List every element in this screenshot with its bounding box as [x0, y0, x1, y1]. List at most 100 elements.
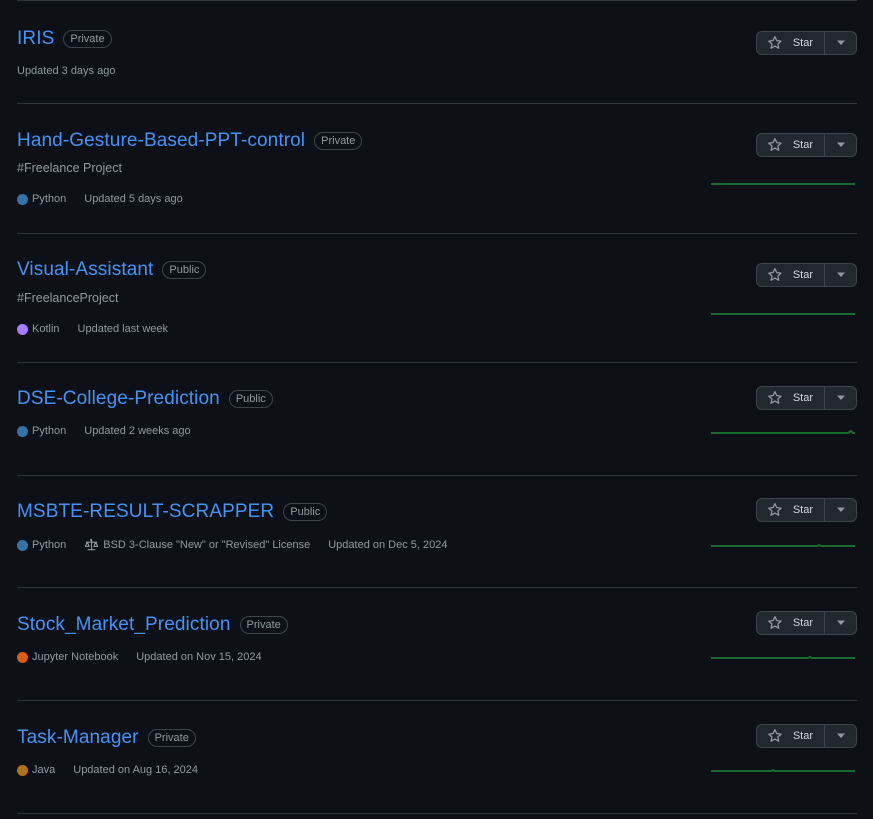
star-button[interactable]: Star: [757, 264, 825, 286]
activity-sparkline: [711, 313, 855, 315]
repo-item: MSBTE-RESULT-SCRAPPER Public Python BSD …: [17, 476, 857, 588]
activity-sparkline: [711, 768, 855, 772]
language-name: Jupyter Notebook: [32, 651, 119, 663]
activity-sparkline: [711, 429, 855, 434]
updated-time: Updated on Dec 5, 2024: [328, 539, 448, 551]
repo-item: Visual-Assistant Public #FreelanceProjec…: [17, 234, 857, 363]
star-icon: [768, 138, 782, 151]
repo-language: Java: [17, 764, 55, 776]
visibility-badge: Public: [162, 261, 207, 279]
repo-language: Jupyter Notebook: [17, 651, 118, 663]
repo-language: Python: [17, 425, 66, 437]
triangle-down-icon: [836, 40, 845, 45]
star-list-dropdown-button[interactable]: [825, 264, 856, 286]
star-list-dropdown-button[interactable]: [825, 32, 856, 54]
star-button[interactable]: Star: [757, 612, 825, 634]
star-button-group: Star: [756, 386, 857, 410]
repo-language: Python: [17, 193, 66, 205]
star-button-group: Star: [756, 611, 857, 635]
triangle-down-icon: [836, 395, 845, 400]
star-button-group: Star: [756, 133, 857, 157]
language-name: Python: [32, 425, 67, 437]
language-name: Kotlin: [32, 323, 60, 335]
language-name: Java: [32, 764, 56, 776]
repo-item: Stock_Market_Prediction Private Jupyter …: [17, 588, 857, 701]
star-list-dropdown-button[interactable]: [825, 387, 856, 409]
star-icon: [768, 391, 782, 404]
visibility-badge: Private: [314, 132, 363, 150]
updated-time: Updated 5 days ago: [84, 193, 183, 205]
updated-time: Updated 3 days ago: [17, 65, 116, 77]
activity-sparkline: [711, 543, 855, 547]
star-list-dropdown-button[interactable]: [825, 499, 856, 521]
repo-name-link[interactable]: Task-Manager: [17, 726, 139, 750]
repo-item: IRIS Private Updated 3 days ago Star: [17, 1, 857, 104]
repo-item: Hand-Gesture-Based-PPT-control Private #…: [17, 104, 857, 234]
visibility-badge: Public: [228, 390, 273, 408]
updated-time: Updated on Nov 15, 2024: [136, 651, 262, 663]
repo-description: #FreelanceProject: [17, 291, 119, 305]
star-button[interactable]: Star: [757, 499, 825, 521]
repo-name-link[interactable]: DSE-College-Prediction: [17, 387, 220, 411]
star-button-group: Star: [756, 31, 857, 55]
visibility-badge: Private: [239, 616, 288, 634]
updated-time: Updated on Aug 16, 2024: [73, 764, 199, 776]
triangle-down-icon: [836, 620, 845, 625]
repo-name-link[interactable]: Hand-Gesture-Based-PPT-control: [17, 129, 305, 153]
language-name: Python: [32, 193, 67, 205]
repo-language: Python: [17, 539, 66, 551]
updated-time: Updated last week: [77, 323, 169, 335]
repo-language: Kotlin: [17, 323, 60, 335]
star-button-group: Star: [756, 263, 857, 287]
repo-item: DSE-College-Prediction Public Python Upd…: [17, 363, 857, 476]
language-color-dot: [17, 323, 28, 335]
language-color-dot: [17, 425, 28, 437]
law-icon: [85, 538, 99, 551]
updated-time: Updated 2 weeks ago: [84, 425, 191, 437]
triangle-down-icon: [836, 733, 845, 738]
triangle-down-icon: [836, 507, 845, 512]
language-color-dot: [17, 764, 28, 776]
repo-description: #Freelance Project: [17, 161, 122, 175]
star-button-group: Star: [756, 724, 857, 748]
activity-sparkline: [711, 655, 855, 659]
star-button-group: Star: [756, 498, 857, 522]
star-button[interactable]: Star: [757, 32, 825, 54]
repo-name-link[interactable]: IRIS: [17, 27, 54, 51]
star-list-dropdown-button[interactable]: [825, 134, 856, 156]
star-label: Star: [792, 617, 813, 629]
language-color-dot: [17, 193, 28, 205]
star-button[interactable]: Star: [757, 134, 825, 156]
language-color-dot: [17, 539, 28, 551]
repository-list: IRIS Private Updated 3 days ago Star Han…: [0, 0, 873, 819]
language-color-dot: [17, 651, 28, 663]
star-list-dropdown-button[interactable]: [825, 725, 856, 747]
star-list-dropdown-button[interactable]: [825, 612, 856, 634]
star-icon: [768, 729, 782, 742]
star-label: Star: [792, 730, 813, 742]
star-button[interactable]: Star: [757, 387, 825, 409]
star-icon: [768, 503, 782, 516]
visibility-badge: Private: [147, 729, 196, 747]
star-icon: [768, 616, 782, 629]
activity-sparkline: [711, 183, 855, 185]
repo-name-link[interactable]: Stock_Market_Prediction: [17, 613, 231, 637]
repo-name-link[interactable]: Visual-Assistant: [17, 258, 153, 282]
language-name: Python: [32, 539, 67, 551]
triangle-down-icon: [836, 272, 845, 277]
repo-license: BSD 3-Clause "New" or "Revised" License: [84, 538, 310, 552]
visibility-badge: Private: [63, 30, 112, 48]
star-label: Star: [792, 269, 813, 281]
repo-name-link[interactable]: MSBTE-RESULT-SCRAPPER: [17, 500, 274, 524]
visibility-badge: Public: [283, 503, 328, 521]
star-label: Star: [792, 37, 813, 49]
license-name: BSD 3-Clause "New" or "Revised" License: [103, 539, 311, 551]
star-label: Star: [792, 392, 813, 404]
star-label: Star: [792, 139, 813, 151]
star-icon: [768, 268, 782, 281]
star-label: Star: [792, 504, 813, 516]
repo-item: Task-Manager Private Java Updated on Aug…: [17, 701, 857, 814]
triangle-down-icon: [836, 142, 845, 147]
star-button[interactable]: Star: [757, 725, 825, 747]
star-icon: [768, 36, 782, 49]
